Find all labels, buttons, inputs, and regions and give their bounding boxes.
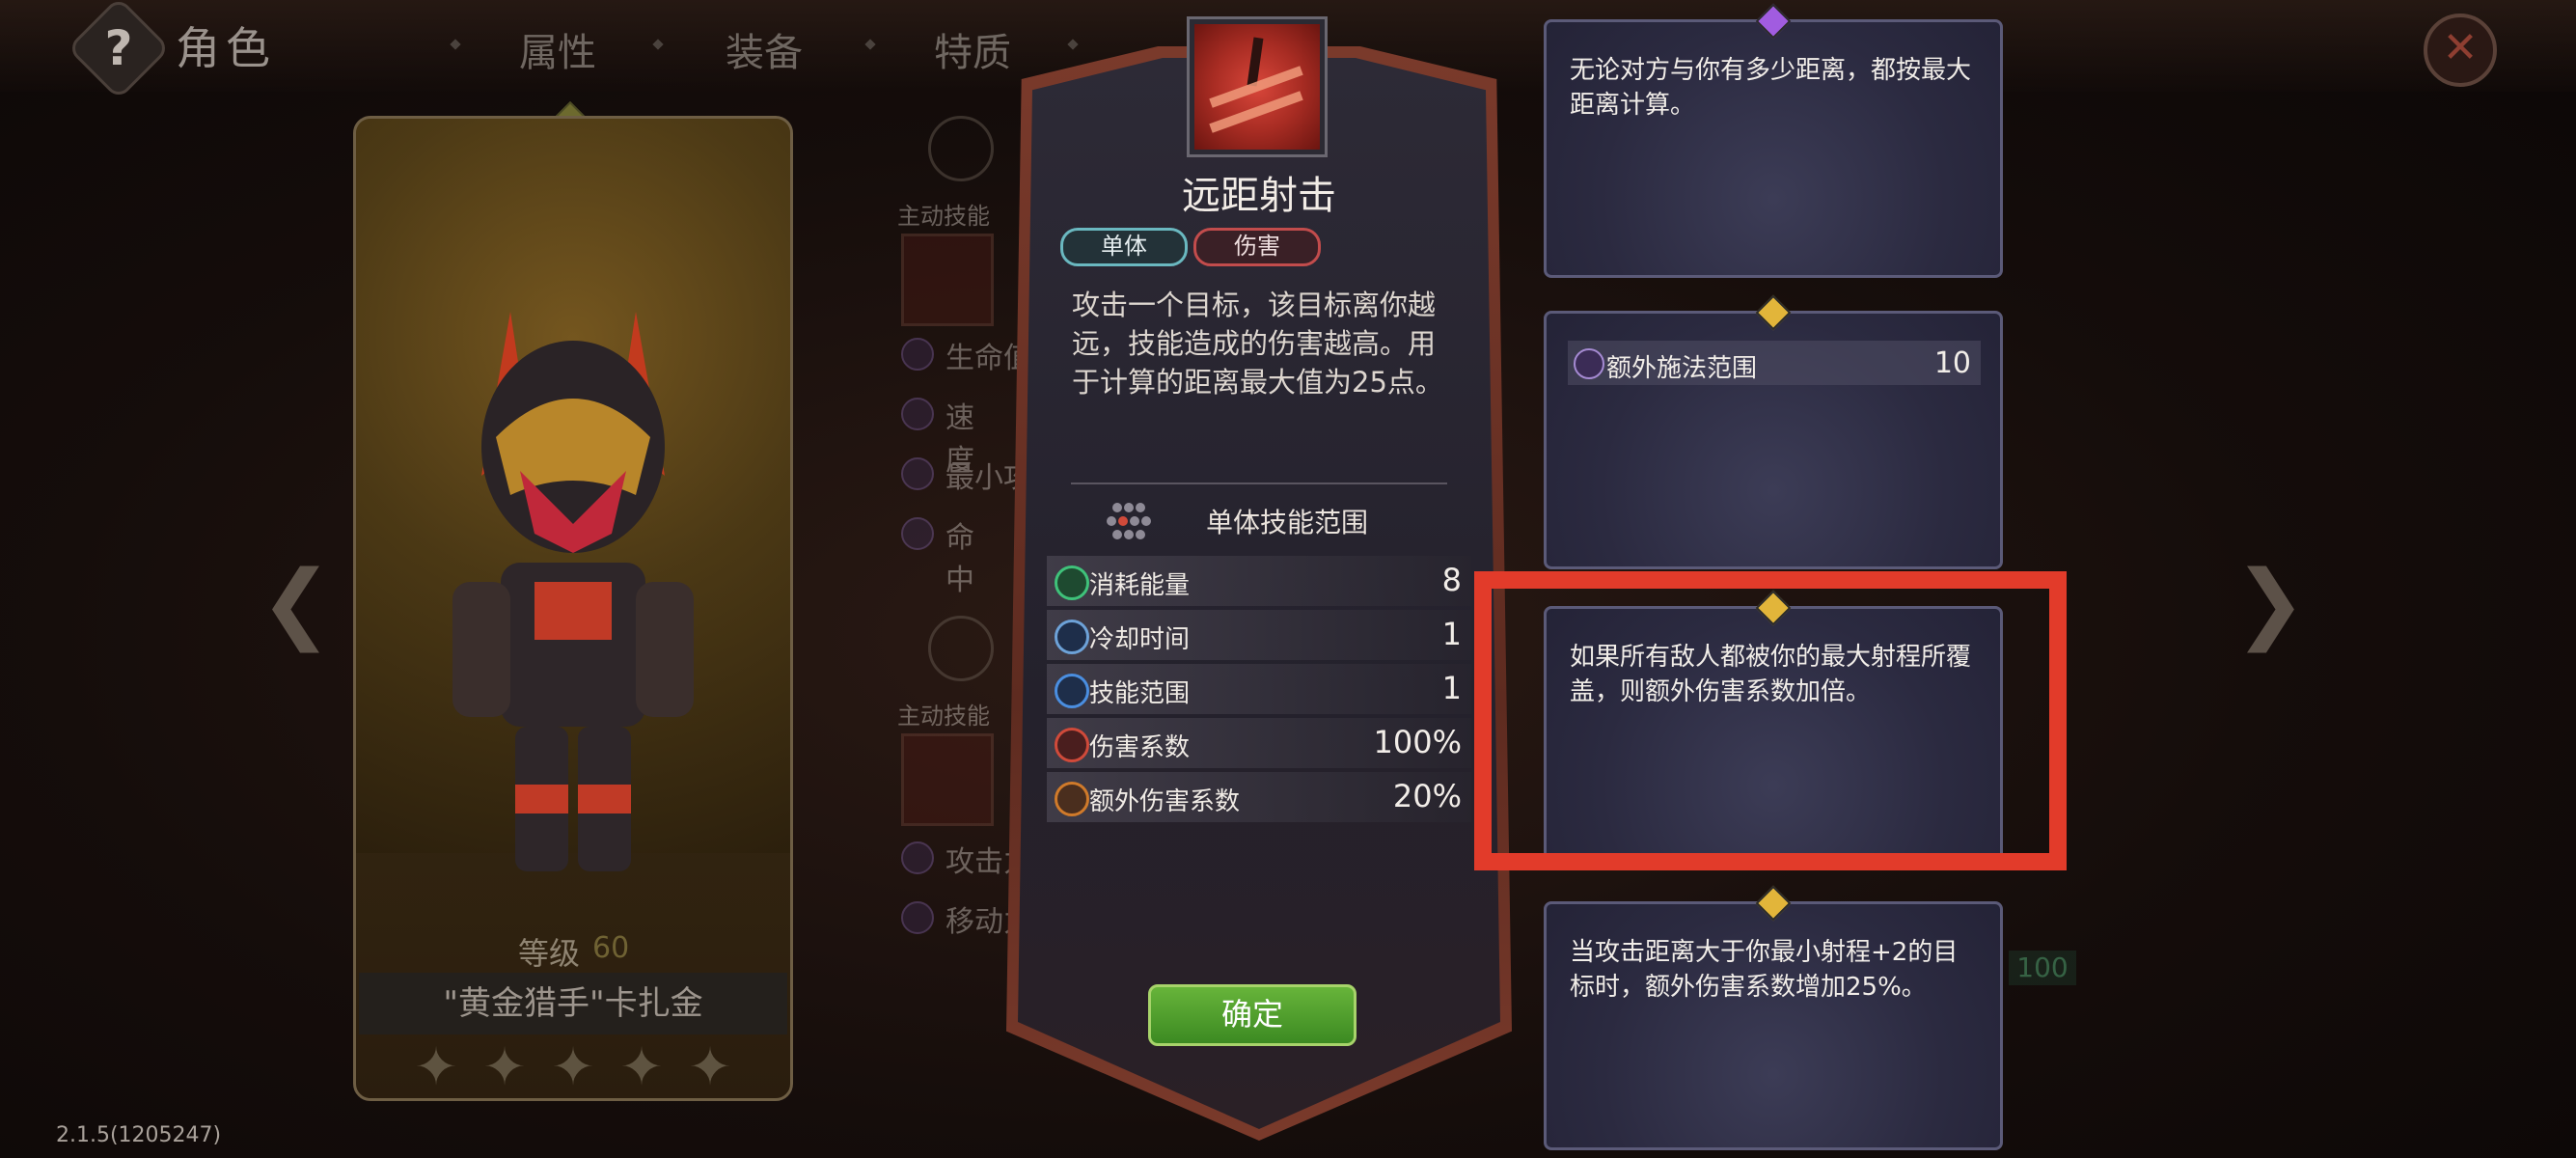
skill-slot[interactable] xyxy=(901,733,994,826)
stat-label: 伤害系数 xyxy=(1089,733,1191,762)
range-label: 单体技能范围 xyxy=(1206,507,1369,538)
range-icon xyxy=(1055,674,1089,708)
stat-label: 额外伤害系数 xyxy=(1089,787,1241,816)
param-label: 额外施法范围 xyxy=(1606,354,1758,383)
stat-row-damage-coef: 伤害系数 100% xyxy=(1047,718,1471,768)
skill-category-icon xyxy=(928,116,994,181)
trait-text: 当攻击距离大于你最小射程+2的目标时，额外伤害系数增加25%。 xyxy=(1570,938,1959,1002)
hero-portrait xyxy=(452,312,694,871)
stat-row-extra-damage-coef: 额外伤害系数 20% xyxy=(1047,772,1471,822)
hp-icon xyxy=(901,338,934,371)
hero-card[interactable]: 等级 60 "黄金猎手"卡扎金 ✦ ✦ ✦ ✦ ✦ xyxy=(353,116,793,1101)
gem-icon xyxy=(1755,294,1792,331)
speed-icon xyxy=(901,398,934,430)
attack-icon xyxy=(901,841,934,874)
stat-label: 命中 xyxy=(945,521,974,597)
star-icon: ✦ xyxy=(688,1036,732,1097)
prev-hero-arrow-icon[interactable]: ❮ xyxy=(253,550,340,656)
stat-row-range: 技能范围 1 xyxy=(1047,664,1471,714)
trait-param-row: 额外施法范围 10 xyxy=(1568,341,1981,385)
trait-text: 无论对方与你有多少距离，都按最大距离计算。 xyxy=(1570,56,1972,120)
skill-slot[interactable] xyxy=(901,234,994,326)
star-rating: ✦ ✦ ✦ ✦ ✦ xyxy=(409,1040,737,1094)
param-value: 10 xyxy=(1933,346,1971,380)
skill-category-icon xyxy=(928,616,994,681)
energy-icon xyxy=(1055,565,1089,600)
star-icon: ✦ xyxy=(551,1036,595,1097)
stat-value: 100% xyxy=(1373,724,1462,760)
cooldown-icon xyxy=(1055,620,1089,654)
extra-damage-icon xyxy=(1055,782,1089,816)
skill-name: 远距射击 xyxy=(1182,174,1336,218)
star-icon: ✦ xyxy=(482,1036,527,1097)
highlight-box xyxy=(1474,571,2067,870)
stat-value: 20% xyxy=(1392,778,1462,814)
tag-damage: 伤害 xyxy=(1193,228,1321,266)
tag-single-target: 单体 xyxy=(1060,228,1188,266)
tab-attributes[interactable]: 属性 xyxy=(519,21,596,77)
gem-icon xyxy=(1755,885,1792,922)
stat-label: 消耗能量 xyxy=(1089,571,1191,600)
stat-row-cooldown: 冷却时间 1 xyxy=(1047,610,1471,660)
damage-icon xyxy=(1055,728,1089,762)
hero-level-label: 等级 xyxy=(518,935,581,972)
confirm-button[interactable]: 确定 xyxy=(1148,984,1357,1046)
accuracy-icon xyxy=(901,517,934,550)
tab-equipment[interactable]: 装备 xyxy=(726,21,803,77)
close-x-icon[interactable]: ✕ xyxy=(2424,14,2497,87)
divider xyxy=(1071,482,1447,484)
trait-card-2[interactable]: 额外施法范围 10 xyxy=(1544,294,2003,569)
stat-value: 8 xyxy=(1441,562,1462,598)
stat-label: 冷却时间 xyxy=(1089,625,1191,654)
skill-description: 攻击一个目标，该目标离你越远，技能造成的伤害越高。用于计算的距离最大值为25点。 xyxy=(1072,289,1443,399)
star-icon: ✦ xyxy=(414,1036,458,1097)
version-text: 2.1.5(1205247) xyxy=(56,1123,222,1147)
trait-card-4[interactable]: 当攻击距离大于你最小射程+2的目标时，额外伤害系数增加25%。 xyxy=(1544,885,2003,1150)
active-skill-label: 主动技能 xyxy=(897,203,990,230)
min-attack-icon xyxy=(901,457,934,490)
hero-level-value: 60 xyxy=(592,931,630,965)
trait-card-1[interactable]: 无论对方与你有多少距离，都按最大距离计算。 xyxy=(1544,3,2003,278)
skill-detail-modal: 远距射击 单体 伤害 攻击一个目标，该目标离你越远，技能造成的伤害越高。用于计算… xyxy=(1006,16,1512,1141)
stat-value: 1 xyxy=(1441,670,1462,706)
active-skill-label: 主动技能 xyxy=(897,703,990,730)
next-hero-arrow-icon[interactable]: ❯ xyxy=(2227,550,2314,656)
stat-row-energy: 消耗能量 8 xyxy=(1047,556,1471,606)
star-icon: ✦ xyxy=(619,1036,664,1097)
hex-range-icon xyxy=(1107,503,1151,539)
tab-traits[interactable]: 特质 xyxy=(934,21,1011,77)
level-badge: 100 xyxy=(2009,951,2076,985)
hero-name: "黄金猎手"卡扎金 xyxy=(359,973,787,1034)
move-icon xyxy=(901,901,934,934)
cast-range-icon xyxy=(1574,348,1604,379)
page-title: 角色 xyxy=(176,22,276,74)
stat-value: 1 xyxy=(1441,616,1462,652)
ranged-shot-skill-icon xyxy=(1187,16,1328,157)
stat-label: 技能范围 xyxy=(1089,679,1191,708)
